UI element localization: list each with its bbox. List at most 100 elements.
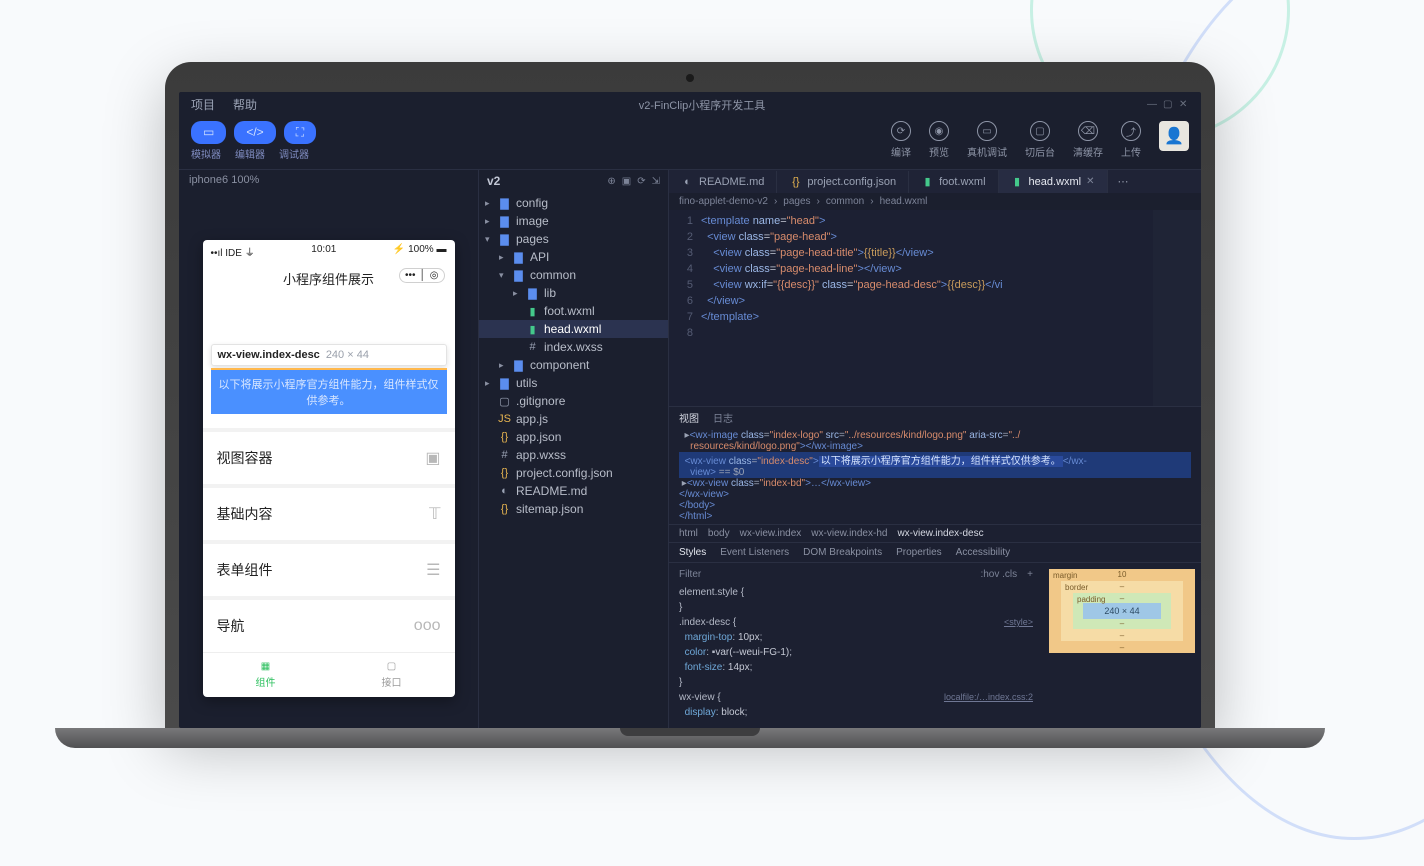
mode-debugger-button[interactable]: ⛶ [284,121,316,144]
remote-debug-button[interactable]: ▭真机调试 [967,121,1007,159]
status-time: 10:01 [311,244,336,259]
tab-foot[interactable]: ▮foot.wxml [909,170,998,193]
tab-head[interactable]: ▮head.wxml✕ [999,170,1108,193]
styletab-props[interactable]: Properties [896,547,942,558]
toolbar: ▭ </> ⛶ 模拟器 编辑器 调试器 ⟳编译 ◉预览 ▭真机调试 ▢切后台 [179,117,1201,169]
capsule-button[interactable]: •••│◎ [399,268,445,283]
folder-icon: ▇ [498,197,511,210]
json-icon: {} [498,431,511,443]
add-rule-button[interactable]: + [1027,567,1033,582]
carrier-label: ••ıl IDE ⏚ [211,244,255,259]
tree-node[interactable]: ▸▇lib [479,284,668,302]
code-editor[interactable]: 12345678 <template name="head"> <view cl… [669,210,1201,406]
app-title: 小程序组件展示 [283,272,374,287]
tab-projectconfig[interactable]: {}project.config.json [777,171,909,193]
project-root[interactable]: v2 [487,174,500,188]
clear-cache-button[interactable]: ⌫清缓存 [1073,121,1103,159]
target-icon: ◎ [430,270,439,281]
file-explorer: v2 ⊕ ▣ ⟳ ⇲ ▸▇config ▸▇image ▾▇pages ▸▇AP… [479,170,669,728]
minimap[interactable] [1153,210,1201,406]
styletab-dom[interactable]: DOM Breakpoints [803,547,882,558]
tree-node[interactable]: ▸▇utils [479,374,668,392]
tree-node[interactable]: ▸▇API [479,248,668,266]
close-icon[interactable]: ✕ [1086,176,1094,187]
wxss-icon: # [498,449,511,461]
text-icon: 𝕋 [429,504,440,524]
wxml-icon: ▮ [526,305,539,318]
tabbar-api[interactable]: ▢接口 [329,653,455,697]
devtab-view[interactable]: 视图 [679,410,699,425]
tree-node[interactable]: ▸▇component [479,356,668,374]
tree-node[interactable]: ▾▇common [479,266,668,284]
tree-node[interactable]: ▢.gitignore [479,392,668,410]
devtab-log[interactable]: 日志 [713,410,733,425]
folder-icon: ▇ [512,269,525,282]
window-close-icon[interactable]: ✕ [1179,99,1189,110]
tree-node[interactable]: #index.wxss [479,338,668,356]
folder-icon: ▇ [498,215,511,228]
wxss-icon: # [526,341,539,353]
grid-icon: ▦ [261,661,270,672]
status-battery: ⚡ 100% ▬ [393,244,447,259]
tree-node-selected[interactable]: ▮head.wxml [479,320,668,338]
laptop-frame: 项目 帮助 v2-FinClip小程序开发工具 — ▢ ✕ ▭ </> ⛶ [165,62,1215,748]
styletab-a11y[interactable]: Accessibility [956,547,1010,558]
list-icon: ☰ [426,560,440,580]
tree-node[interactable]: {}sitemap.json [479,500,668,518]
json-icon: {} [498,467,511,479]
menu-form[interactable]: 表单组件☰ [203,540,455,596]
tree-node[interactable]: {}app.json [479,428,668,446]
highlighted-element[interactable]: 以下将展示小程序官方组件能力，组件样式仅供参考。 [211,368,447,414]
js-icon: JS [498,413,511,425]
window-min-icon[interactable]: — [1147,99,1157,110]
menu-project[interactable]: 项目 [191,96,215,113]
tab-readme[interactable]: ◐README.md [669,171,777,193]
menu-basic-content[interactable]: 基础内容𝕋 [203,484,455,540]
style-filter-input[interactable]: Filter [679,567,701,582]
eye-icon: ◉ [929,121,949,141]
compile-button[interactable]: ⟳编译 [891,121,911,159]
switch-icon: ▢ [1030,121,1050,141]
switch-bg-button[interactable]: ▢切后台 [1025,121,1055,159]
mode-editor-label: 编辑器 [235,146,265,161]
tree-node[interactable]: ◐README.md [479,482,668,500]
tree-node[interactable]: JSapp.js [479,410,668,428]
folder-icon: ▇ [512,251,525,264]
mode-simulator-button[interactable]: ▭ [191,121,226,144]
collapse-icon[interactable]: ⇲ [652,176,660,187]
devtools-panel: 视图 日志 ▸<wx-image class="index-logo" src=… [669,406,1201,728]
tree-node[interactable]: ▸▇config [479,194,668,212]
styletab-styles[interactable]: Styles [679,547,706,558]
json-icon: {} [498,503,511,515]
tree-node[interactable]: ▮foot.wxml [479,302,668,320]
menu-nav[interactable]: 导航ooo [203,596,455,652]
tree-node[interactable]: {}project.config.json [479,464,668,482]
dom-inspector[interactable]: ▸<wx-image class="index-logo" src="../re… [669,428,1201,524]
menu-view-container[interactable]: 视图容器▣ [203,428,455,484]
tab-overflow[interactable]: ⋯ [1108,170,1139,193]
avatar[interactable]: 👤 [1159,121,1189,151]
phone-icon: ▭ [203,125,214,139]
device-label[interactable]: iphone6 100% [179,170,478,190]
wxml-icon: ▮ [526,323,539,336]
menu-help[interactable]: 帮助 [233,96,257,113]
file-icon: ▢ [498,395,511,408]
window-max-icon[interactable]: ▢ [1163,99,1173,110]
preview-button[interactable]: ◉预览 [929,121,949,159]
hov-toggle[interactable]: :hov .cls [980,567,1017,582]
dom-breadcrumb[interactable]: htmlbodywx-view.indexwx-view.index-hdwx-… [669,524,1201,542]
tree-node[interactable]: #app.wxss [479,446,668,464]
tabbar-components[interactable]: ▦组件 [203,653,329,697]
new-file-icon[interactable]: ⊕ [607,176,615,187]
upload-button[interactable]: ⤴上传 [1121,121,1141,159]
refresh-icon[interactable]: ⟳ [637,176,645,187]
styletab-listeners[interactable]: Event Listeners [720,547,789,558]
tree-node[interactable]: ▸▇image [479,212,668,230]
md-icon: ◐ [681,176,694,188]
tree-node[interactable]: ▾▇pages [479,230,668,248]
dots-icon: ooo [414,617,441,635]
folder-icon: ▇ [498,377,511,390]
wxml-icon: ▮ [1011,175,1024,188]
new-folder-icon[interactable]: ▣ [622,176,631,187]
mode-editor-button[interactable]: </> [234,121,275,144]
